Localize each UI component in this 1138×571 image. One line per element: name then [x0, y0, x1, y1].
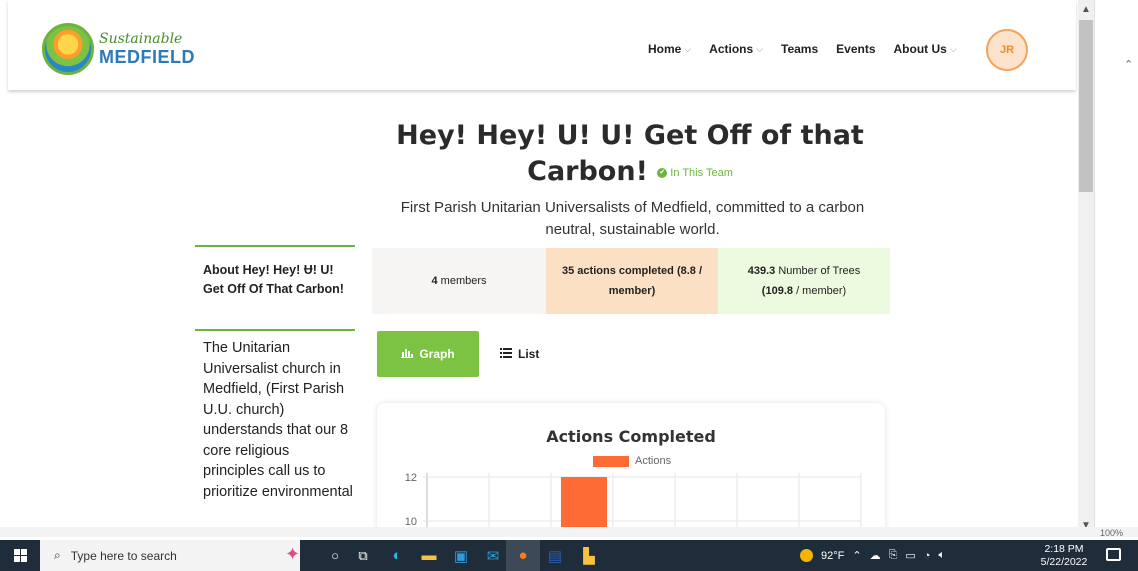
- cortana-icon[interactable]: ○: [322, 543, 348, 568]
- chevron-up-icon[interactable]: ⌃: [852, 549, 861, 562]
- windows-taskbar: ⌕ Type here to search ✦ ○ ⧉ ◐ ▬ ▣ ✉ ● ▤ …: [0, 540, 1138, 571]
- scrollbar-thumb[interactable]: [1079, 20, 1093, 192]
- bar-chart-icon: [401, 347, 414, 361]
- nav-actions[interactable]: Actions ⌵: [709, 42, 763, 56]
- nav-events[interactable]: Events: [836, 42, 875, 56]
- trees-per-member-value: (109.8: [761, 285, 793, 297]
- task-view-icon[interactable]: ⧉: [350, 543, 376, 568]
- sticky-notes-icon[interactable]: ▙: [576, 543, 602, 568]
- stat-actions: 35 actions completed (8.8 / member): [546, 248, 718, 314]
- battery-icon[interactable]: ▭: [905, 549, 915, 562]
- start-button[interactable]: [0, 540, 40, 571]
- windows-icon: [13, 549, 27, 562]
- site-header: Sustainable MEDFIELD Home ⌵ Actions ⌵ Te…: [8, 0, 1076, 90]
- notifications-icon[interactable]: [1106, 548, 1121, 561]
- taskbar-clock[interactable]: 2:18 PM 5/22/2022: [1038, 543, 1090, 569]
- edge-icon[interactable]: ◐: [384, 543, 410, 568]
- wifi-icon[interactable]: ◔: [924, 550, 931, 562]
- sidebar-heading: About Hey! Hey! Ʉ! U! Get Off Of That Ca…: [203, 263, 344, 296]
- file-explorer-icon[interactable]: ▬: [416, 543, 442, 568]
- chevron-up-icon[interactable]: ⌃: [1124, 58, 1133, 71]
- browser-viewport: Sustainable MEDFIELD Home ⌵ Actions ⌵ Te…: [0, 0, 1078, 535]
- list-view-button[interactable]: List: [500, 331, 539, 377]
- weather-icon[interactable]: [800, 549, 813, 562]
- cloud-icon[interactable]: ☁: [870, 549, 881, 562]
- list-icon: [500, 347, 512, 361]
- team-tagline: First Parish Unitarian Universalists of …: [400, 199, 865, 238]
- system-tray: 92°F ⌃ ☁ ⎘ ▭ ◔ 🔈︎: [800, 540, 945, 571]
- team-status-label: In This Team: [670, 166, 733, 179]
- team-title: Hey! Hey! U! U! Get Off of that Carbon! …: [370, 118, 890, 191]
- word-icon[interactable]: ▤: [542, 543, 568, 568]
- nav-teams[interactable]: Teams: [781, 42, 818, 56]
- divider: [195, 245, 355, 247]
- graph-view-label: Graph: [419, 347, 455, 361]
- team-stats: 4 members 35 actions completed (8.8 / me…: [372, 248, 890, 314]
- nav-about-us-label: About Us: [893, 42, 947, 56]
- y-tick-label: 12: [405, 472, 417, 484]
- nav-teams-label: Teams: [781, 42, 819, 56]
- main-nav: Home ⌵ Actions ⌵ Teams Events About Us ⌵: [648, 42, 975, 56]
- stat-trees: 439.3 Number of Trees (109.8 / member): [718, 248, 890, 314]
- side-pane: [1094, 0, 1138, 535]
- graph-view-button[interactable]: Graph: [377, 331, 479, 377]
- team-membership-status: ✔ In This Team: [657, 167, 733, 179]
- divider: [195, 329, 355, 331]
- logo-text-top: Sustainable: [99, 31, 183, 47]
- trees-per-member-label: / member): [796, 285, 847, 297]
- scroll-up-arrow-icon[interactable]: ▲: [1078, 4, 1094, 18]
- nav-about-us[interactable]: About Us ⌵: [894, 42, 957, 56]
- user-avatar[interactable]: JR: [986, 29, 1028, 71]
- search-placeholder: Type here to search: [70, 548, 177, 563]
- actions-value: 35: [561, 265, 575, 277]
- logo-emblem: [42, 23, 94, 75]
- team-title-text: Hey! Hey! U! U! Get Off of that Carbon!: [396, 120, 864, 187]
- meet-now-icon[interactable]: ⎘: [889, 549, 898, 562]
- search-icon: ⌕: [54, 548, 61, 562]
- temperature[interactable]: 92°F: [821, 550, 844, 562]
- screen: Sustainable MEDFIELD Home ⌵ Actions ⌵ Te…: [0, 0, 1138, 571]
- chevron-down-icon: ⌵: [949, 43, 957, 54]
- zoom-level[interactable]: 100%: [1100, 528, 1123, 538]
- taskbar-search[interactable]: ⌕ Type here to search: [40, 540, 300, 571]
- list-view-label: List: [518, 347, 540, 361]
- document-status-bar: [0, 527, 1138, 537]
- sidebar-description: The Unitarian Universalist church in Med…: [203, 340, 353, 500]
- trees-label: Number of Trees: [778, 265, 861, 277]
- nav-home-label: Home: [648, 42, 682, 56]
- firefox-icon[interactable]: ●: [510, 543, 536, 568]
- clock-date: 5/22/2022: [1040, 556, 1088, 568]
- trees-value: 439.3: [747, 265, 776, 277]
- chevron-down-icon: ⌵: [756, 43, 764, 54]
- site-logo[interactable]: Sustainable MEDFIELD: [42, 23, 195, 79]
- volume-icon[interactable]: 🔈︎: [938, 549, 945, 562]
- members-label: members: [440, 275, 487, 287]
- store-icon[interactable]: ▣: [448, 543, 474, 568]
- members-value: 4: [431, 275, 438, 287]
- clock-time: 2:18 PM: [1044, 543, 1084, 555]
- actions-bar-chart: 1210: [405, 472, 862, 535]
- nav-events-label: Events: [836, 42, 876, 56]
- stat-members: 4 members: [372, 248, 546, 314]
- actions-label: actions completed: [577, 265, 674, 277]
- logo-text-bottom: MEDFIELD: [99, 47, 195, 67]
- mail-icon[interactable]: ✉: [480, 543, 506, 568]
- actions-chart-card: Actions Completed Actions 12 10: [377, 403, 885, 535]
- nav-actions-label: Actions: [709, 42, 754, 56]
- check-circle-icon: ✔: [657, 167, 668, 178]
- nav-home[interactable]: Home ⌵: [648, 42, 691, 56]
- search-highlight-icon[interactable]: ✦: [285, 544, 300, 565]
- chevron-down-icon: ⌵: [684, 43, 692, 54]
